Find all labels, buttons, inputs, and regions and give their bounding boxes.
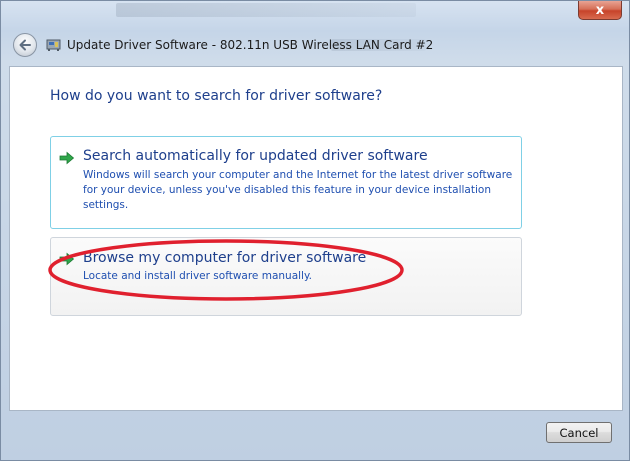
page-heading: How do you want to search for driver sof… <box>50 88 383 104</box>
window-title: Update Driver Software - 802.11n USB Wir… <box>67 38 434 52</box>
close-icon: x <box>595 2 605 18</box>
close-button[interactable]: x <box>578 1 622 20</box>
green-arrow-icon <box>59 252 75 266</box>
option-title: Browse my computer for driver software <box>83 250 367 266</box>
back-arrow-icon <box>19 39 31 51</box>
background-window-ghost <box>116 3 416 17</box>
search-automatically-option[interactable]: Search automatically for updated driver … <box>50 136 522 229</box>
option-description: Windows will search your computer and th… <box>83 169 513 211</box>
driver-card-icon <box>46 39 61 51</box>
content-panel: How do you want to search for driver sof… <box>9 66 623 411</box>
green-arrow-icon <box>59 151 75 165</box>
window-frame: x Update Driver Software - 802.11n USB W… <box>0 0 630 461</box>
cancel-button[interactable]: Cancel <box>546 422 612 443</box>
back-button[interactable] <box>13 33 37 57</box>
option-title: Search automatically for updated driver … <box>83 148 428 164</box>
browse-computer-option[interactable]: Browse my computer for driver software L… <box>50 237 522 316</box>
option-description: Locate and install driver software manua… <box>83 270 313 282</box>
